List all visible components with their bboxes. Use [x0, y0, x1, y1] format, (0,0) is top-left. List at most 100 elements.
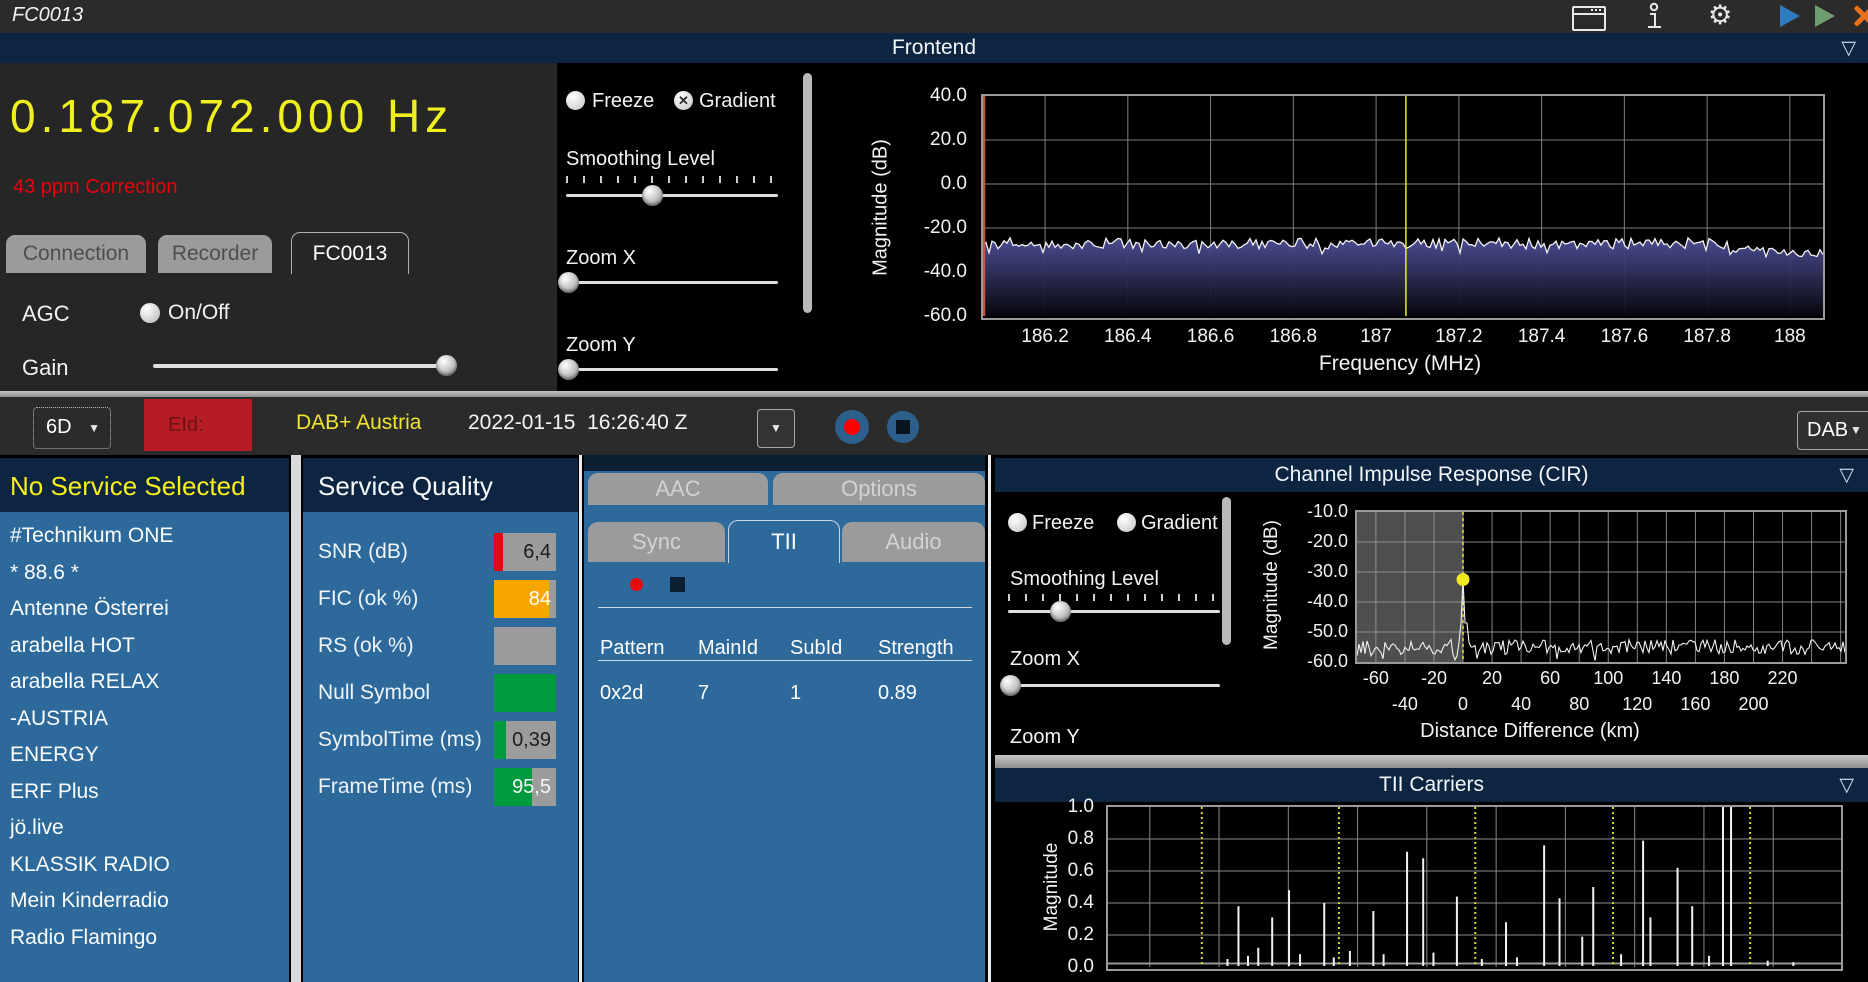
service-item[interactable]: jö.live [0, 810, 289, 847]
checkbox-cross-glyph: ✕ [678, 93, 689, 108]
service-item[interactable]: #Technikum ONE [0, 518, 289, 555]
freeze-checkbox[interactable] [566, 91, 585, 110]
agc-radio[interactable] [140, 303, 160, 323]
cir-xtick: 100 [1593, 668, 1624, 688]
service-item[interactable]: Antenne Österrei [0, 591, 289, 628]
service-item[interactable]: Mein Kinderradio [0, 883, 289, 920]
quality-row: RS (ok %) [303, 627, 578, 665]
band-combobox[interactable]: DAB ▼ [1797, 411, 1868, 450]
cir-zoomx-label: Zoom X [1010, 648, 1081, 670]
smoothing-label: Smoothing Level [566, 148, 715, 170]
tab-recorder[interactable]: Recorder [158, 235, 272, 273]
cir-ytick: -50.0 [1306, 621, 1348, 641]
tab-aac[interactable]: AAC [588, 473, 768, 505]
tab-options[interactable]: Options [773, 473, 985, 505]
gradient-checkbox[interactable]: ✕ [674, 91, 693, 110]
window-icon[interactable] [1570, 3, 1606, 31]
tab-fc0013[interactable]: FC0013 [291, 232, 409, 274]
tab-audio[interactable]: Audio [842, 522, 985, 562]
zoomy-slider-handle[interactable] [558, 359, 579, 380]
cir-horizontal-scrollbar[interactable] [995, 755, 1868, 768]
tii-carriers-plot[interactable] [1106, 805, 1843, 971]
cir-controls-scrollbar[interactable] [1222, 497, 1231, 645]
cir-xtick: 80 [1569, 694, 1590, 714]
zoomy-label: Zoom Y [566, 334, 636, 356]
spectrum-xtick: 187.8 [1683, 326, 1731, 347]
tii-table-cell: 1 [790, 682, 802, 704]
service-item[interactable] [0, 956, 289, 982]
quality-bar-segment [494, 674, 556, 712]
tab-connection[interactable]: Connection [6, 235, 146, 273]
spectrum-ylabel: Magnitude (dB) [869, 139, 892, 276]
tii-ytick: 1.0 [1067, 796, 1094, 817]
frontend-collapse-icon[interactable]: ▽ [1841, 37, 1856, 60]
controls-scrollbar[interactable] [803, 73, 812, 313]
tuner-panel: 0.187.072.000 Hz 43 ppm Correction Conne… [0, 63, 557, 391]
cir-smoothing-track[interactable] [1008, 610, 1220, 613]
quality-bar-segment [494, 533, 504, 571]
cir-ylabel: Magnitude (dB) [1261, 520, 1282, 650]
zoomy-slider-track[interactable] [566, 368, 778, 371]
zoomx-slider-track[interactable] [566, 281, 778, 284]
ppm-correction: 43 ppm Correction [13, 176, 178, 198]
cir-xtick: 180 [1709, 668, 1740, 688]
close-x-icon[interactable] [1848, 1, 1868, 31]
cir-freeze-checkbox[interactable] [1008, 513, 1027, 532]
stop-square-icon [896, 420, 910, 434]
smoothing-slider-handle[interactable] [642, 185, 663, 206]
gain-slider-handle[interactable] [436, 355, 457, 376]
tii-record-dot-icon[interactable] [630, 578, 643, 591]
service-item[interactable]: arabella HOT [0, 628, 289, 665]
datetime-display: 2022-01-15 16:26:40 Z [468, 411, 688, 434]
service-item[interactable]: -AUSTRIA [0, 701, 289, 738]
tii-carriers-collapse-icon[interactable]: ▽ [1839, 774, 1854, 797]
application-window: FC0013 ⚙ Frontend ▽ 0.187.072.000 Hz 43 … [0, 0, 1868, 982]
quality-bar: 6,4 [494, 533, 556, 571]
cir-smoothing-ticks [1008, 594, 1220, 601]
stop-button[interactable] [887, 411, 919, 443]
cir-collapse-icon[interactable]: ▽ [1839, 464, 1854, 487]
quality-bar-value: 84 [528, 588, 551, 610]
service-item[interactable]: KLASSIK RADIO [0, 847, 289, 884]
cir-ytick: -30.0 [1306, 561, 1348, 581]
channel-combobox[interactable]: 6D ▼ [33, 407, 111, 449]
cir-ytick: -40.0 [1306, 591, 1348, 611]
cir-plot[interactable] [1355, 510, 1847, 664]
spectrum-plot[interactable] [981, 94, 1825, 320]
tii-carriers-header: TII Carriers ▽ [995, 768, 1868, 802]
smoothing-slider-track[interactable] [566, 194, 778, 197]
service-list-scrollbar[interactable] [291, 455, 301, 982]
service-item[interactable]: ENERGY [0, 737, 289, 774]
cir-title: Channel Impulse Response (CIR) [1274, 463, 1589, 486]
cir-smoothing-handle[interactable] [1050, 601, 1071, 622]
quality-bar-value: 0,39 [512, 729, 551, 751]
tab-sync[interactable]: Sync [588, 522, 725, 562]
service-item[interactable]: arabella RELAX [0, 664, 289, 701]
service-item[interactable]: ERF Plus [0, 774, 289, 811]
quality-bar [494, 674, 556, 712]
quality-bar-value: 95,5 [512, 776, 551, 798]
spectrum-xtick: 187.4 [1517, 326, 1566, 347]
service-item[interactable]: Radio Flamingo [0, 920, 289, 957]
gear-icon[interactable]: ⚙ [1708, 1, 1744, 29]
tab-tii[interactable]: TII [728, 520, 840, 563]
cir-gradient-checkbox[interactable] [1117, 513, 1136, 532]
cir-zoomx-track[interactable] [1008, 684, 1220, 687]
info-icon[interactable] [1642, 2, 1678, 30]
record-button[interactable] [835, 410, 869, 444]
panel-separator [988, 455, 991, 982]
zoomx-slider-handle[interactable] [558, 272, 579, 293]
gain-slider-track[interactable] [153, 364, 445, 368]
scan-dropdown-button[interactable]: ▼ [757, 409, 795, 448]
record-dot-icon [844, 419, 860, 435]
play-icon-green[interactable] [1815, 5, 1835, 27]
info-glyph [1648, 2, 1661, 28]
quality-row-label: RS (ok %) [318, 634, 414, 657]
cir-zoomx-handle[interactable] [1000, 675, 1021, 696]
tii-stop-square-icon[interactable] [670, 577, 685, 592]
play-icon-blue[interactable] [1780, 5, 1800, 27]
service-item[interactable]: * 88.6 * [0, 555, 289, 592]
tii-table-header: MainId [698, 637, 759, 659]
zoomx-label: Zoom X [566, 247, 637, 269]
window-frame-glyph [1572, 6, 1606, 31]
